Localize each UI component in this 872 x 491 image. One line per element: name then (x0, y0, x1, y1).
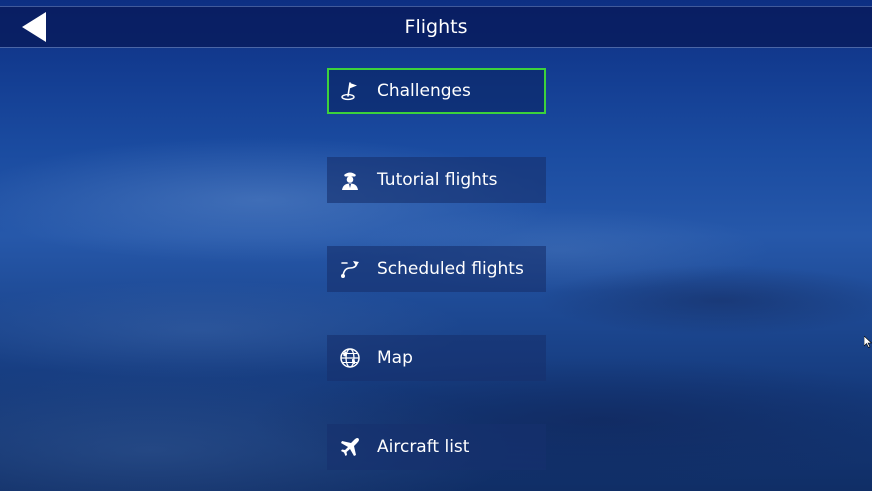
menu-item-label: Challenges (377, 81, 471, 101)
menu-item-label: Map (377, 348, 413, 368)
page-title: Flights (404, 16, 468, 38)
menu-item-tutorial-flights[interactable]: Tutorial flights (327, 157, 546, 203)
menu-item-aircraft-list[interactable]: Aircraft list (327, 424, 546, 470)
route-icon (339, 258, 361, 280)
airplane-icon (339, 436, 361, 458)
top-bar: Flights (0, 6, 872, 48)
pilot-icon (339, 169, 361, 191)
menu-item-map[interactable]: Map (327, 335, 546, 381)
mouse-cursor-icon (863, 333, 872, 348)
flag-icon (339, 80, 361, 102)
flights-screen: Flights Challenges Tutorial flights Sche… (0, 0, 872, 491)
menu-item-label: Scheduled flights (377, 259, 524, 279)
menu-item-challenges[interactable]: Challenges (327, 68, 546, 114)
menu-item-scheduled-flights[interactable]: Scheduled flights (327, 246, 546, 292)
globe-icon (339, 347, 361, 369)
menu-item-label: Aircraft list (377, 437, 470, 457)
menu-item-label: Tutorial flights (377, 170, 498, 190)
